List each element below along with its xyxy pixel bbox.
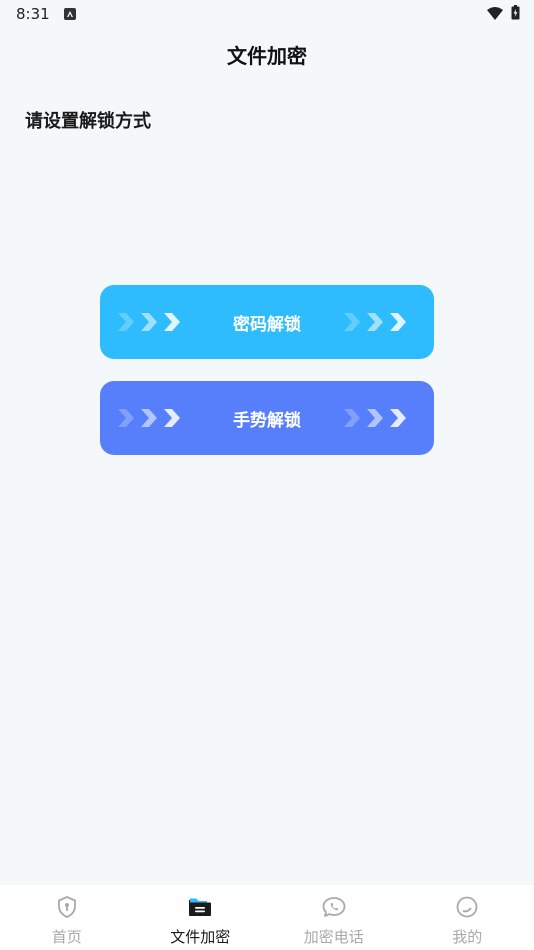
tab-file-encryption[interactable]: 文件加密 — [140, 895, 260, 947]
tab-encrypted-call-label: 加密电话 — [303, 928, 364, 946]
password-unlock-label: 密码解锁 — [233, 314, 301, 335]
battery-icon — [511, 4, 520, 24]
folder-icon — [187, 895, 213, 923]
phone-chat-icon — [321, 895, 347, 923]
chevrons-right-icon — [342, 406, 408, 430]
page-title: 文件加密 — [227, 44, 307, 68]
notification-icon — [63, 8, 76, 20]
profile-icon — [455, 895, 479, 923]
tab-home-label: 首页 — [51, 928, 82, 946]
password-unlock-button[interactable]: 密码解锁 — [100, 285, 434, 359]
section-label: 请设置解锁方式 — [25, 111, 151, 132]
tab-home[interactable]: 首页 — [7, 895, 127, 947]
tab-mine[interactable]: 我的 — [407, 895, 527, 947]
tab-mine-label: 我的 — [452, 928, 483, 946]
chevrons-right-icon — [342, 310, 408, 334]
wifi-icon — [487, 5, 503, 24]
bottom-tab-bar: 首页 文件加密 加密电话 我的 — [0, 885, 534, 950]
status-time: 8:31 — [16, 5, 50, 23]
chevrons-left-icon — [116, 406, 182, 430]
tab-file-encryption-label: 文件加密 — [170, 928, 231, 946]
shield-icon — [55, 895, 79, 923]
status-bar: 8:31 — [0, 0, 534, 28]
chevrons-left-icon — [116, 310, 182, 334]
gesture-unlock-label: 手势解锁 — [233, 410, 301, 431]
gesture-unlock-button[interactable]: 手势解锁 — [100, 381, 434, 455]
tab-encrypted-call[interactable]: 加密电话 — [274, 895, 394, 947]
